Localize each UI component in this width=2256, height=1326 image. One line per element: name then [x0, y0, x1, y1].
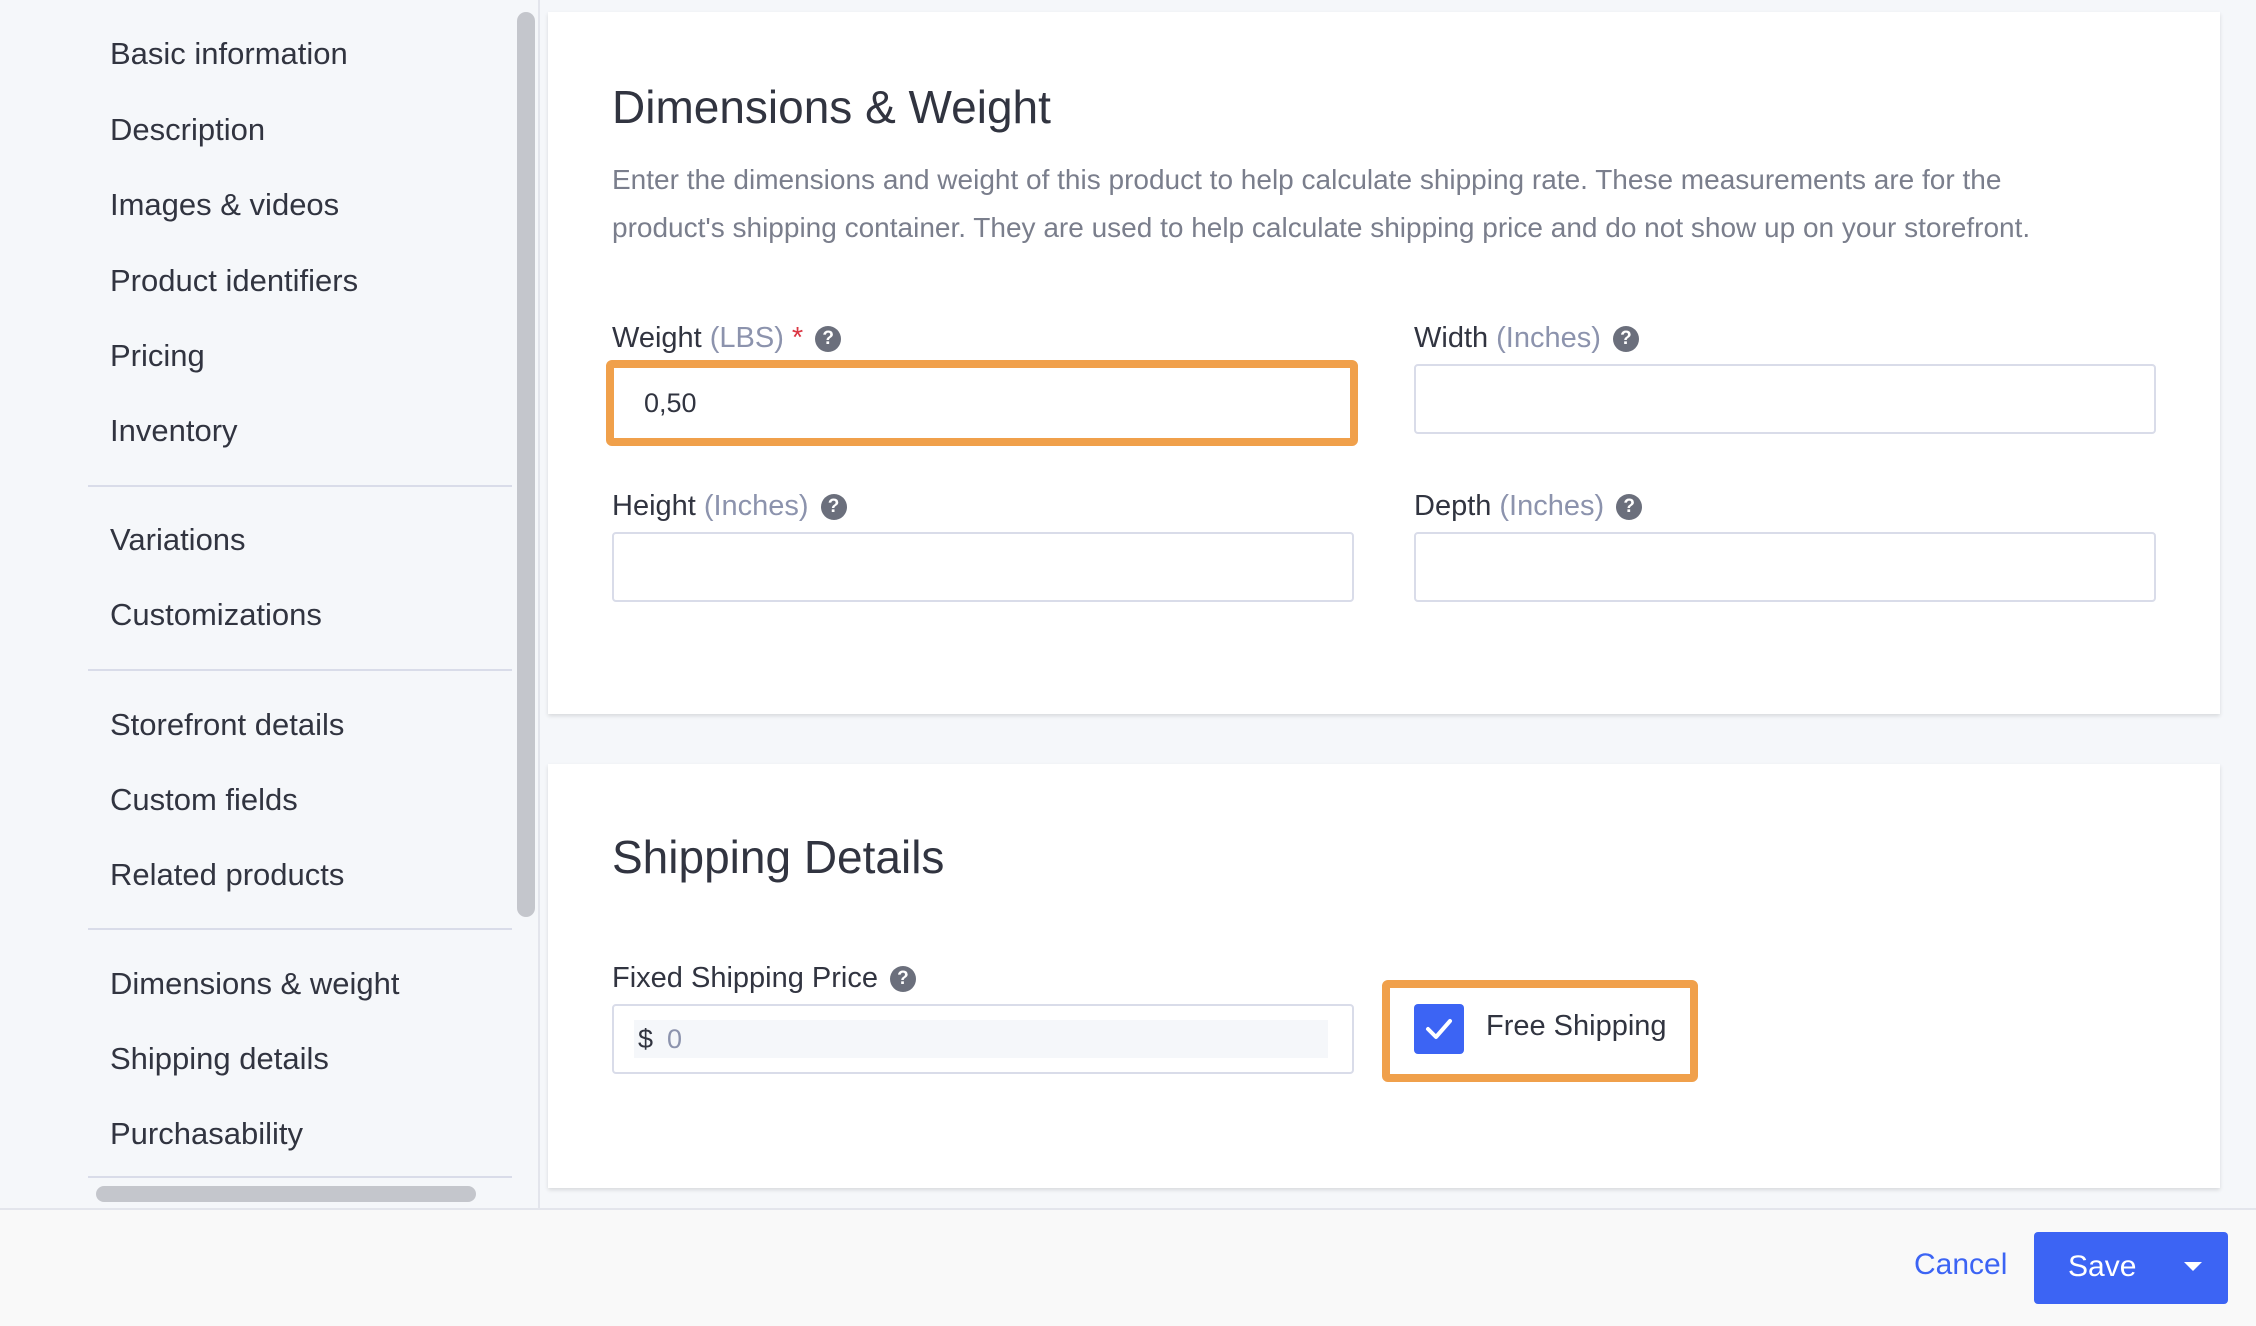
- weight-label: Weight (LBS) * ?: [612, 322, 842, 355]
- height-label-text: Height: [612, 490, 696, 522]
- sidebar-divider: [88, 1176, 512, 1178]
- help-icon[interactable]: ?: [1612, 325, 1639, 352]
- help-icon[interactable]: ?: [889, 965, 916, 992]
- sidebar-divider: [88, 485, 512, 487]
- sidebar-vertical-scrollbar[interactable]: [517, 12, 535, 917]
- sidebar-item-inventory[interactable]: Inventory: [110, 411, 238, 451]
- sidebar-item-description[interactable]: Description: [110, 110, 265, 150]
- weight-value: 0,50: [644, 387, 697, 418]
- help-icon[interactable]: ?: [820, 493, 847, 520]
- dimensions-description: Enter the dimensions and weight of this …: [612, 164, 2031, 243]
- save-button[interactable]: Save: [2034, 1232, 2228, 1304]
- sidebar-horizontal-scrollbar[interactable]: [96, 1186, 476, 1202]
- required-mark: *: [791, 322, 804, 354]
- sidebar: Basic information Description Images & v…: [0, 0, 512, 1210]
- cancel-button[interactable]: Cancel: [1914, 1248, 2007, 1282]
- save-label: Save: [2068, 1250, 2137, 1283]
- fixed-shipping-price-field[interactable]: $ 0: [634, 1020, 1328, 1058]
- sidebar-item-related-products[interactable]: Related products: [110, 855, 344, 895]
- weight-input[interactable]: 0,50: [620, 372, 1348, 434]
- depth-input[interactable]: [1414, 532, 2156, 602]
- currency-symbol: $: [638, 1023, 654, 1054]
- shipping-title: Shipping Details: [612, 831, 945, 883]
- free-shipping-checkbox[interactable]: [1414, 1004, 1464, 1054]
- sidebar-item-pricing[interactable]: Pricing: [110, 336, 205, 376]
- sidebar-item-dimensions-weight[interactable]: Dimensions & weight: [110, 964, 399, 1004]
- width-label: Width (Inches) ?: [1414, 322, 1639, 355]
- fixed-shipping-price-input[interactable]: $ 0: [612, 1004, 1354, 1074]
- free-shipping-label[interactable]: Free Shipping: [1486, 1010, 1667, 1043]
- width-unit: (Inches): [1496, 322, 1601, 354]
- sidebar-border: [538, 0, 540, 1210]
- weight-label-text: Weight: [612, 322, 702, 354]
- height-unit: (Inches): [703, 490, 809, 522]
- dimensions-title: Dimensions & Weight: [612, 81, 1051, 133]
- width-label-text: Width: [1414, 322, 1489, 354]
- depth-unit: (Inches): [1499, 490, 1605, 522]
- depth-label: Depth (Inches) ?: [1414, 490, 1643, 523]
- checkmark-icon: [1426, 1019, 1452, 1039]
- sidebar-item-product-identifiers[interactable]: Product identifiers: [110, 261, 358, 301]
- weight-unit: (LBS): [709, 322, 784, 354]
- help-icon[interactable]: ?: [1616, 493, 1643, 520]
- fixed-shipping-price-label: Fixed Shipping Price ?: [612, 962, 916, 995]
- sidebar-item-custom-fields[interactable]: Custom fields: [110, 780, 298, 820]
- depth-label-text: Depth: [1414, 490, 1492, 522]
- sidebar-item-purchasability[interactable]: Purchasability: [110, 1114, 303, 1154]
- dimensions-weight-card: Dimensions & Weight Enter the dimensions…: [548, 12, 2220, 714]
- chevron-down-icon[interactable]: [2184, 1262, 2202, 1271]
- height-input[interactable]: [612, 532, 1354, 602]
- fixed-shipping-price-label-text: Fixed Shipping Price: [612, 962, 878, 994]
- fixed-shipping-price-placeholder: 0: [667, 1023, 683, 1054]
- sidebar-item-shipping-details[interactable]: Shipping details: [110, 1039, 329, 1079]
- sidebar-item-variations[interactable]: Variations: [110, 520, 246, 560]
- sidebar-divider: [88, 928, 512, 930]
- sidebar-item-customizations[interactable]: Customizations: [110, 595, 322, 635]
- help-icon[interactable]: ?: [815, 325, 842, 352]
- sidebar-item-basic-information[interactable]: Basic information: [110, 34, 348, 74]
- sidebar-divider: [88, 669, 512, 671]
- width-input[interactable]: [1414, 364, 2156, 434]
- shipping-details-card: Shipping Details Fixed Shipping Price ? …: [548, 764, 2220, 1188]
- sidebar-item-images-videos[interactable]: Images & videos: [110, 185, 339, 225]
- height-label: Height (Inches) ?: [612, 490, 847, 523]
- sidebar-item-storefront-details[interactable]: Storefront details: [110, 705, 344, 745]
